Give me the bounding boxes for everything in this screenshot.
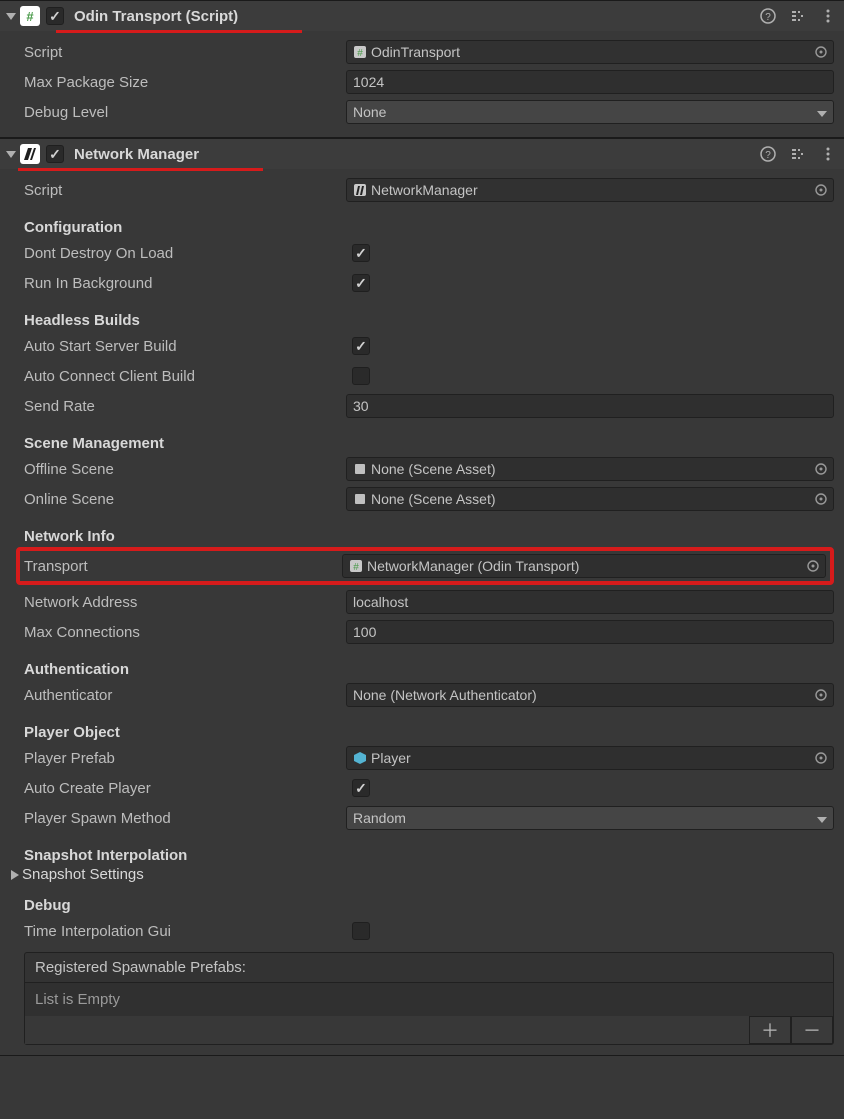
script-asset-icon: # <box>349 559 363 573</box>
label-script: Script <box>24 44 346 61</box>
row-script: Script # OdinTransport <box>24 37 834 67</box>
object-ref-value: NetworkManager <box>371 182 478 198</box>
section-player-object: Player Object <box>24 724 834 741</box>
annotation-underline <box>18 168 263 171</box>
object-picker-icon[interactable] <box>813 182 829 198</box>
checkbox-ddol[interactable] <box>352 244 370 262</box>
object-ref-script[interactable]: # OdinTransport <box>346 40 834 64</box>
remove-item-button[interactable]: － <box>791 1016 833 1044</box>
list-header[interactable]: Registered Spawnable Prefabs: <box>25 953 833 983</box>
row-auto-server: Auto Start Server Build <box>24 331 834 361</box>
more-menu-icon[interactable] <box>818 6 838 26</box>
dropdown-spawn-method[interactable]: Random <box>346 806 834 830</box>
object-picker-icon[interactable] <box>813 44 829 60</box>
annotation-highlight-transport: Transport#NetworkManager (Odin Transport… <box>16 547 834 585</box>
component-header[interactable]: # Odin Transport (Script) ? <box>0 1 844 31</box>
row-online-scene: Online SceneNone (Scene Asset) <box>24 484 834 514</box>
chevron-down-icon <box>817 810 827 826</box>
svg-text:?: ? <box>765 12 771 23</box>
object-ref-online-scene[interactable]: None (Scene Asset) <box>346 487 834 511</box>
component-title: Network Manager <box>74 146 758 163</box>
checkbox-auto-client[interactable] <box>352 367 370 385</box>
svg-text:#: # <box>357 48 363 59</box>
component-enable-checkbox[interactable] <box>46 7 64 25</box>
presets-icon[interactable] <box>788 144 808 164</box>
scene-icon <box>353 492 367 506</box>
row-max-connections: Max Connections100 <box>24 617 834 647</box>
component-title: Odin Transport (Script) <box>74 8 758 25</box>
foldout-right-icon <box>8 870 22 880</box>
row-ddol: Dont Destroy On Load <box>24 238 834 268</box>
label-debug-level: Debug Level <box>24 104 346 121</box>
row-authenticator: AuthenticatorNone (Network Authenticator… <box>24 680 834 710</box>
list-registered-prefabs: Registered Spawnable Prefabs: List is Em… <box>24 952 834 1045</box>
help-icon[interactable]: ? <box>758 6 778 26</box>
svg-text:#: # <box>353 562 359 573</box>
row-player-spawn-method: Player Spawn MethodRandom <box>24 803 834 833</box>
row-time-interpolation-gui: Time Interpolation Gui <box>24 916 834 946</box>
checkbox-auto-server[interactable] <box>352 337 370 355</box>
section-debug: Debug <box>24 897 834 914</box>
section-scene: Scene Management <box>24 435 834 452</box>
component-enable-checkbox[interactable] <box>46 145 64 163</box>
scene-icon <box>353 462 367 476</box>
input-network-address[interactable]: localhost <box>346 590 834 614</box>
foldout-icon[interactable] <box>4 9 18 23</box>
network-manager-icon <box>20 144 40 164</box>
input-send-rate[interactable]: 30 <box>346 394 834 418</box>
object-ref-player-prefab[interactable]: Player <box>346 746 834 770</box>
section-authentication: Authentication <box>24 661 834 678</box>
object-picker-icon[interactable] <box>813 687 829 703</box>
row-network-address: Network Addresslocalhost <box>24 587 834 617</box>
script-icon: # <box>20 6 40 26</box>
row-transport: Transport#NetworkManager (Odin Transport… <box>24 551 826 581</box>
row-debug-level: Debug Level None <box>24 97 834 127</box>
section-configuration: Configuration <box>24 219 834 236</box>
checkbox-auto-create-player[interactable] <box>352 779 370 797</box>
dropdown-debug-level[interactable]: None <box>346 100 834 124</box>
help-icon[interactable]: ? <box>758 144 778 164</box>
section-headless: Headless Builds <box>24 312 834 329</box>
row-send-rate: Send Rate30 <box>24 391 834 421</box>
object-ref-authenticator[interactable]: None (Network Authenticator) <box>346 683 834 707</box>
svg-text:?: ? <box>765 150 771 161</box>
object-ref-script[interactable]: NetworkManager <box>346 178 834 202</box>
more-menu-icon[interactable] <box>818 144 838 164</box>
object-ref-value: OdinTransport <box>371 44 460 60</box>
component-header[interactable]: Network Manager ? <box>0 139 844 169</box>
object-picker-icon[interactable] <box>813 461 829 477</box>
object-ref-transport[interactable]: #NetworkManager (Odin Transport) <box>342 554 826 578</box>
row-max-package-size: Max Package Size 1024 <box>24 67 834 97</box>
foldout-snapshot-settings[interactable]: Snapshot Settings <box>8 866 834 883</box>
label-script: Script <box>24 182 346 199</box>
presets-icon[interactable] <box>788 6 808 26</box>
foldout-icon[interactable] <box>4 147 18 161</box>
row-player-prefab: Player PrefabPlayer <box>24 743 834 773</box>
object-picker-icon[interactable] <box>805 558 821 574</box>
prefab-icon <box>353 751 367 765</box>
row-auto-client: Auto Connect Client Build <box>24 361 834 391</box>
row-offline-scene: Offline SceneNone (Scene Asset) <box>24 454 834 484</box>
input-max-package-size[interactable]: 1024 <box>346 70 834 94</box>
section-network-info: Network Info <box>24 528 834 545</box>
row-script: Script NetworkManager <box>24 175 834 205</box>
object-picker-icon[interactable] <box>813 750 829 766</box>
object-picker-icon[interactable] <box>813 491 829 507</box>
script-asset-icon: # <box>353 45 367 59</box>
input-max-connections[interactable]: 100 <box>346 620 834 644</box>
component-odin-transport: # Odin Transport (Script) ? Script # Odi… <box>0 0 844 138</box>
section-snapshot: Snapshot Interpolation <box>24 847 834 864</box>
object-ref-offline-scene[interactable]: None (Scene Asset) <box>346 457 834 481</box>
component-network-manager: Network Manager ? Script NetworkManager … <box>0 138 844 1056</box>
row-rib: Run In Background <box>24 268 834 298</box>
label-max-package-size: Max Package Size <box>24 74 346 91</box>
chevron-down-icon <box>817 104 827 120</box>
row-auto-create-player: Auto Create Player <box>24 773 834 803</box>
add-item-button[interactable]: ＋ <box>749 1016 791 1044</box>
checkbox-time-interpolation-gui[interactable] <box>352 922 370 940</box>
network-manager-asset-icon <box>353 183 367 197</box>
list-empty-text: List is Empty <box>25 983 833 1016</box>
annotation-underline <box>56 30 302 33</box>
checkbox-rib[interactable] <box>352 274 370 292</box>
